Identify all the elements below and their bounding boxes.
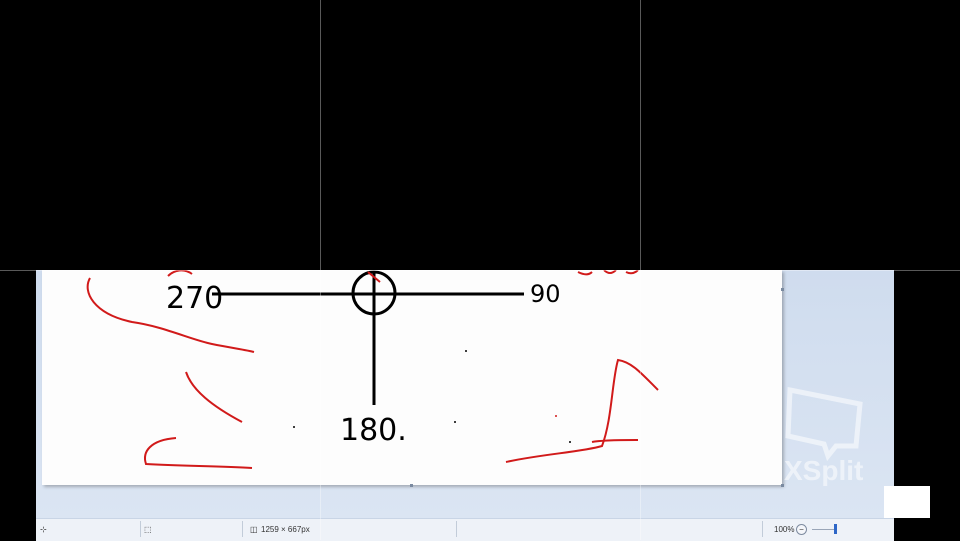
canvas-size-text: 1259 × 667px — [261, 525, 310, 534]
resize-handle-right[interactable] — [781, 288, 784, 291]
zoom-slider-thumb[interactable] — [834, 524, 837, 534]
xsplit-logo-icon — [785, 386, 863, 462]
zoom-slider[interactable] — [812, 529, 834, 530]
label-180: 180. — [340, 413, 407, 448]
xsplit-text: XSplit — [784, 455, 863, 486]
crosshair-icon: ⊹ — [40, 525, 47, 534]
red-curve-middle-left — [185, 371, 243, 423]
status-separator — [140, 521, 141, 537]
drawing-canvas[interactable]: 270 90 180. — [42, 270, 782, 485]
label-270: 270 — [166, 281, 223, 316]
black-overlay-region — [0, 0, 960, 270]
xsplit-watermark: XSplit — [784, 386, 863, 486]
dot — [454, 421, 456, 423]
paint-window: 270 90 180. XSplit ⊹ ⬚ ◫ 1259 × 667px 10… — [36, 270, 930, 541]
resize-handle-bottom[interactable] — [410, 484, 413, 487]
red-curve-bottom-right — [505, 358, 659, 463]
dot — [465, 350, 467, 352]
dot — [569, 441, 571, 443]
canvas-workspace: 270 90 180. XSplit — [36, 270, 930, 518]
red-mark-top-left — [167, 270, 193, 277]
dot — [293, 426, 295, 428]
status-separator — [456, 521, 457, 537]
selection-icon: ⬚ — [144, 525, 152, 534]
blank-region — [884, 486, 930, 518]
status-bar: ⊹ ⬚ ◫ 1259 × 667px 100% − — [36, 518, 894, 541]
grid-line — [0, 270, 960, 271]
label-90: 90 — [530, 280, 561, 308]
dot — [555, 415, 557, 417]
canvas-size-icon: ◫ — [250, 525, 258, 534]
zoom-out-button[interactable]: − — [796, 524, 807, 535]
status-separator — [762, 521, 763, 537]
red-stroke-base — [591, 439, 639, 443]
canvas-drawing: 270 90 180. — [86, 270, 659, 469]
zoom-level: 100% — [774, 525, 795, 534]
red-curve-bottom-left — [144, 437, 253, 469]
status-separator — [242, 521, 243, 537]
